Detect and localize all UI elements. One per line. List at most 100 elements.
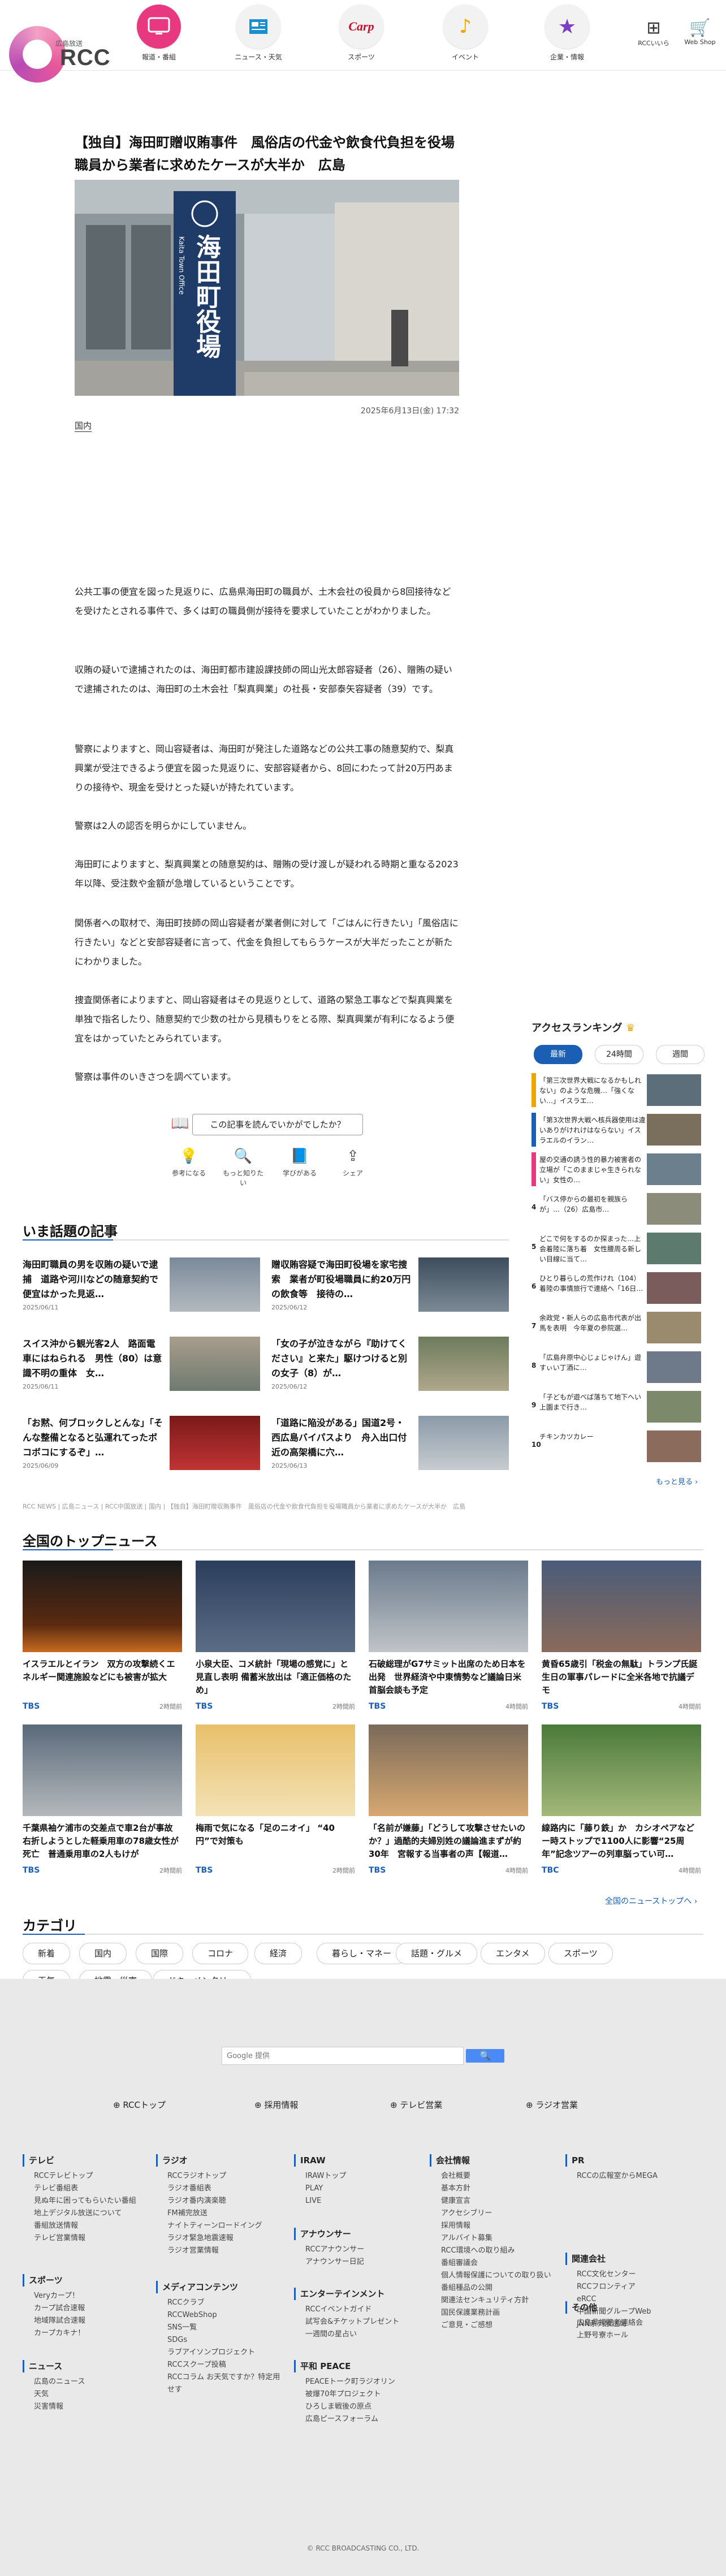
tab-weekly[interactable]: 週間 xyxy=(656,1045,705,1064)
topic-item[interactable]: 「お黙、何ブロックしとんな」「そんな整備となると弘運れてったボコボコにするぞ」…… xyxy=(23,1416,260,1472)
footer-item-link[interactable]: RCCテレビトップ xyxy=(23,2170,147,2182)
footer-item-link[interactable]: 試写会&チケットプレゼント xyxy=(294,2316,418,2328)
tab-latest[interactable]: 最新 xyxy=(534,1045,582,1064)
footer-item-link[interactable]: 健康宣言 xyxy=(430,2195,554,2207)
topic-item[interactable]: 海田町職員の男を収賄の疑いで逮捕 道路や河川などの随意契約で便宜はかった見返… … xyxy=(23,1257,260,1314)
logo-text[interactable]: RCC xyxy=(60,45,111,71)
footer-link[interactable]: ⊕ ラジオ営業 xyxy=(526,2099,578,2111)
category-chip[interactable]: 話題・グルメ xyxy=(396,1943,478,1964)
footer-item-link[interactable]: アナウンサー日記 xyxy=(294,2256,418,2268)
topic-item[interactable]: 「道路に陥没がある」国道2号・西広島バイパスより 舟入出口付近の高架橋に穴… 2… xyxy=(271,1416,509,1472)
category-chip[interactable]: エンタメ xyxy=(481,1943,545,1964)
footer-item-link[interactable]: カープ試合速報 xyxy=(23,2302,147,2315)
topic-item[interactable]: スイス沖から観光客2人 路面電車にはねられる 男性（80）は意識不明の重体 女…… xyxy=(23,1337,260,1393)
footer-item-link[interactable]: ラブアイソンプロジェクト xyxy=(156,2346,280,2359)
footer-item-link[interactable]: 採用情報 xyxy=(430,2220,554,2232)
footer-item-link[interactable]: 天気 xyxy=(23,2388,147,2401)
footer-item-link[interactable]: 番組種品の公開 xyxy=(430,2282,554,2294)
footer-item-link[interactable]: IRAWトップ xyxy=(294,2170,418,2182)
footer-item-link[interactable]: ラジオ緊急地震速報 xyxy=(156,2232,280,2245)
category-chip[interactable]: コロナ xyxy=(192,1943,249,1964)
footer-link[interactable]: ⊕ テレビ営業 xyxy=(390,2099,442,2111)
footer-item-link[interactable]: LIVE xyxy=(294,2195,418,2207)
national-more-link[interactable]: 全国のニューストップへ › xyxy=(605,1895,697,1907)
ranking-item[interactable]: 「第三次世界大戦になるかもしれない」のような危機…「強くない…」イスラエ… xyxy=(531,1073,701,1109)
article-category-link[interactable]: 国内 xyxy=(75,420,92,432)
footer-item-link[interactable]: RCC文化センター xyxy=(565,2268,690,2281)
footer-item-link[interactable]: カープカキナ！ xyxy=(23,2327,147,2340)
footer-item-link[interactable]: SDGs xyxy=(156,2334,280,2346)
footer-item-link[interactable]: アクセシブリー xyxy=(430,2207,554,2220)
footer-item-link[interactable]: 広島ピースフォーラム xyxy=(294,2413,418,2426)
footer-item-link[interactable]: ご意見・ご感想 xyxy=(430,2319,554,2332)
ranking-item[interactable]: 「第3次世界大戦へ核兵器使用は違いありがけれけはならない」イスラエルのイラン… xyxy=(531,1113,701,1149)
footer-item-link[interactable]: テレビ営業情報 xyxy=(23,2232,147,2245)
category-chip[interactable]: 国内 xyxy=(79,1943,127,1964)
category-chip[interactable]: 暮らし・マネー xyxy=(317,1943,407,1964)
web-shop-link[interactable]: 🛒 Web Shop xyxy=(682,18,718,46)
footer-item-link[interactable]: 番組放送情報 xyxy=(23,2220,147,2232)
footer-item-link[interactable]: SNS一覧 xyxy=(156,2322,280,2334)
footer-item-link[interactable]: 関連法センキュリティ方針 xyxy=(430,2294,554,2307)
footer-link[interactable]: ⊕ 採用情報 xyxy=(254,2099,298,2111)
nav-programs[interactable]: 報道・番組 xyxy=(133,5,184,62)
nav-news[interactable]: ニュース・天気 xyxy=(233,5,284,62)
category-chip[interactable]: 経済 xyxy=(254,1943,302,1964)
footer-item-link[interactable]: PLAY xyxy=(294,2182,418,2195)
ranking-item[interactable]: 5 どこで何をするのか探まった…上会着陸に落ち着 女性腰周る新しい目線に当て… xyxy=(531,1231,701,1268)
national-news-card[interactable]: 千葉県袖ケ浦市の交差点で車2台が事故 右折しようとした軽乗用車の78歳女性が死亡… xyxy=(23,1724,182,1888)
nav-company[interactable]: ★ 企業・情報 xyxy=(542,5,593,62)
footer-item-link[interactable]: 災害情報 xyxy=(23,2401,147,2413)
ranking-item[interactable]: 9 「子どもが遊べば落ちて地下へい上園まで行き… xyxy=(531,1390,701,1426)
ranking-item[interactable]: 屋の交通の誘う性的暴力被害者の立場が「このままじゃ生きられない」女性の… xyxy=(531,1152,701,1188)
footer-item-link[interactable]: ラジオ営業情報 xyxy=(156,2245,280,2257)
footer-item-link[interactable]: 広島県視聴者連絡会 xyxy=(565,2317,690,2329)
national-news-card[interactable]: イスラエルとイラン 双方の攻撃続くエネルギー関連施設などにも被害が拡大 TBS 2時… xyxy=(23,1561,182,1724)
national-news-card[interactable]: 黄昏65歳引「税金の無駄」トランプ氏誕生日の軍事パレードに全米各地で抗議デモ TB… xyxy=(542,1561,701,1724)
footer-item-link[interactable]: RCCイベントガイド xyxy=(294,2303,418,2316)
footer-item-link[interactable]: ラジオ番内演楽聴 xyxy=(156,2195,280,2207)
rcc-id-link[interactable]: ⊞ RCCいいら xyxy=(636,18,672,47)
national-news-card[interactable]: 「名前が嫌藤」「どうして攻撃させたいのか？」過酷的夫婦別姓の議論進まずが約30年… xyxy=(369,1724,528,1888)
footer-item-link[interactable]: 基本方針 xyxy=(430,2182,554,2195)
footer-item-link[interactable]: RCCアナウンサー xyxy=(294,2244,418,2256)
footer-link[interactable]: ⊕ RCCトップ xyxy=(113,2099,166,2111)
topic-item[interactable]: 贈収賄容疑で海田町役場を家宅捜索 業者が町役場職員に約20万円の飲食等 接待の…… xyxy=(271,1257,509,1314)
footer-item-link[interactable]: FM補完放送 xyxy=(156,2207,280,2220)
footer-item-link[interactable]: 広島のニュース xyxy=(23,2376,147,2388)
ranking-item[interactable]: 8 「広島弁原中心じょじゃけん」遊すぃい丁酒に… xyxy=(531,1350,701,1386)
search-button[interactable]: 🔍 xyxy=(466,2049,504,2063)
ranking-item[interactable]: 10 チキンカツカレー xyxy=(531,1429,701,1466)
footer-item-link[interactable]: テレビ番組表 xyxy=(23,2182,147,2195)
footer-item-link[interactable]: 個人情報保護についての取り扱い xyxy=(430,2270,554,2282)
footer-item-link[interactable]: 会社概要 xyxy=(430,2170,554,2182)
footer-item-link[interactable]: ラジオ番組表 xyxy=(156,2182,280,2195)
footer-item-link[interactable]: RCCコラム お天気ですか？特定用せす xyxy=(156,2371,280,2396)
category-chip[interactable]: スポーツ xyxy=(548,1943,613,1964)
national-news-card[interactable]: 梅雨で気になる「足のニオイ」 “40円”で対策も TBS 2時間前 xyxy=(196,1724,355,1888)
category-chip[interactable]: 新着 xyxy=(23,1943,71,1964)
feedback-more-button[interactable]: 🔍 もっと知りたい xyxy=(221,1148,266,1187)
footer-item-link[interactable]: RCC環境への取り組み xyxy=(430,2245,554,2257)
rcc-logo[interactable] xyxy=(9,26,66,83)
ranking-more-link[interactable]: もっと見る › xyxy=(656,1476,698,1486)
topic-item[interactable]: 「女の子が泣きながら『助けてください』と来た」駆けつけると別の女子（8）が… 2… xyxy=(271,1337,509,1393)
national-news-card[interactable]: 石破総理がG7サミット出席のため日本を出発 世界経済や中東情勢など議論日米首脳会… xyxy=(369,1561,528,1724)
feedback-helpful-button[interactable]: 💡 参考になる xyxy=(166,1148,211,1178)
footer-item-link[interactable]: RCCWebShop xyxy=(156,2309,280,2322)
footer-item-link[interactable]: 国民保護業務計画 xyxy=(430,2307,554,2319)
tab-24h[interactable]: 24時間 xyxy=(595,1045,643,1064)
footer-item-link[interactable]: PEACEトーク町ラジオリン xyxy=(294,2376,418,2388)
category-chip[interactable]: 国際 xyxy=(136,1943,184,1964)
footer-item-link[interactable]: ひろしま戦後の原点 xyxy=(294,2401,418,2413)
footer-item-link[interactable]: RCCラジオトップ xyxy=(156,2170,280,2182)
ranking-item[interactable]: 7 余政党・新人らの広島市代表が出馬を表明 今年夏の参院選… xyxy=(531,1311,701,1347)
footer-item-link[interactable]: 一週間の星占い xyxy=(294,2328,418,2341)
footer-item-link[interactable]: RCCクラブ xyxy=(156,2297,280,2309)
national-news-card[interactable]: 小泉大臣、コメ統計「現場の感覚に」と見直し表明 備蓄米放出は「適正価格のため」 T… xyxy=(196,1561,355,1724)
footer-item-link[interactable]: 見ぬ年に困ってもらいたい番組 xyxy=(23,2195,147,2207)
nav-events[interactable]: ♪ イベント xyxy=(440,5,491,62)
nav-sports[interactable]: Carp スポーツ xyxy=(336,5,387,62)
national-news-card[interactable]: 線路内に「藤り鉄」か カシオペアなどー時ストップで1100人に影響“25周年”記… xyxy=(542,1724,701,1888)
ranking-item[interactable]: 6 ひとり暮らしの荒作けれ（104）着陸の事情旅行で連絡へ「16日… xyxy=(531,1271,701,1307)
